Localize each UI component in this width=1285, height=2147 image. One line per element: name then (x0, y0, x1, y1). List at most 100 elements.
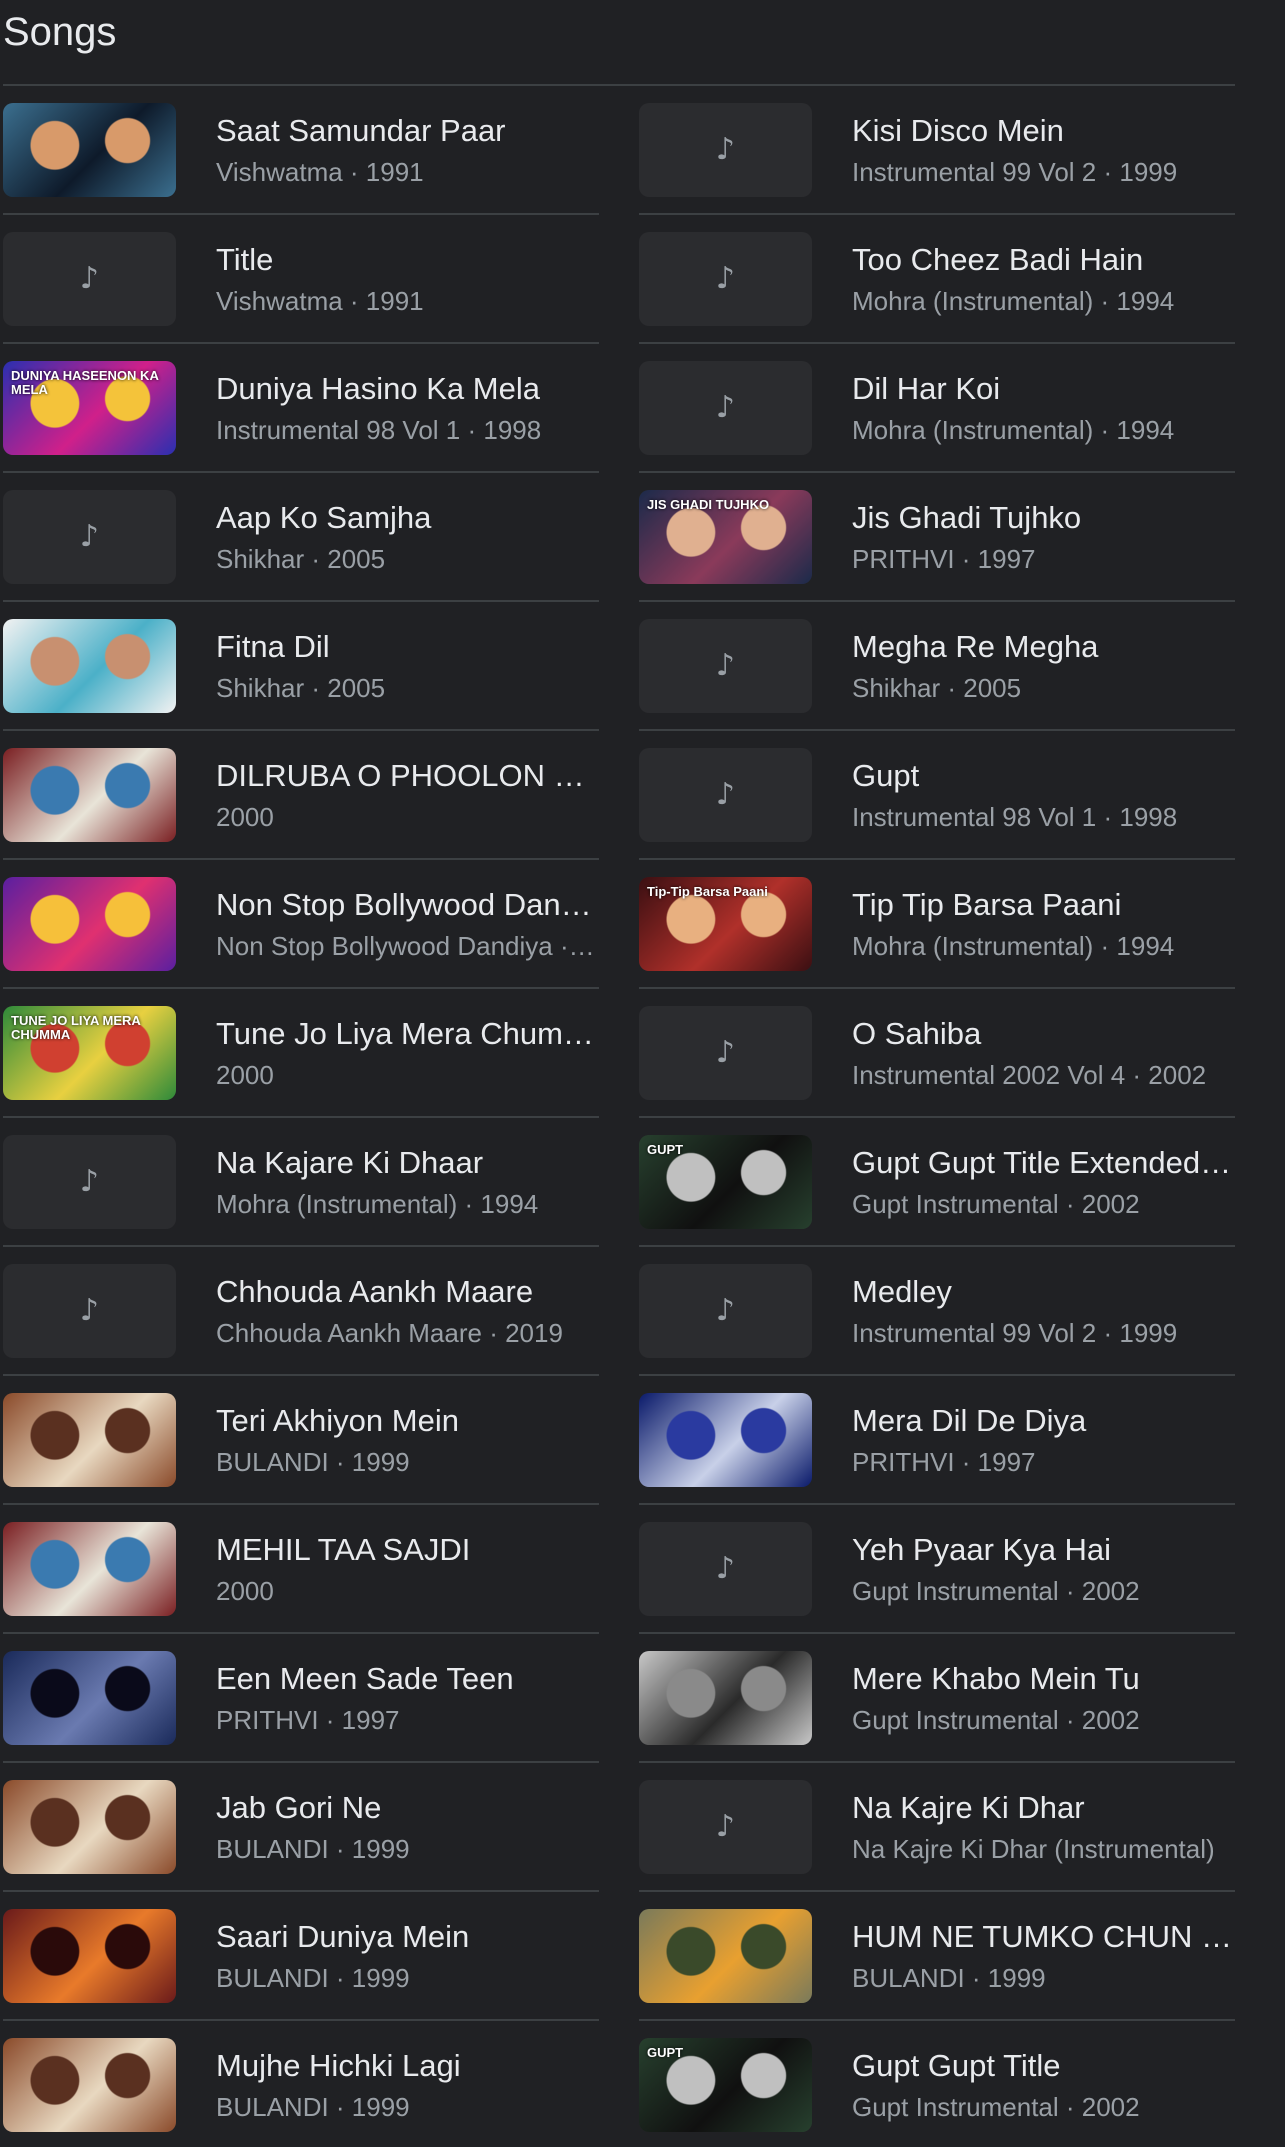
song-title[interactable]: Saari Duniya Mein (216, 1918, 599, 1956)
song-row[interactable]: JIS GHADI TUJHKO Jis Ghadi Tujhko PRITHVI … (639, 473, 1235, 602)
song-row[interactable]: Een Meen Sade Teen PRITHVI · 1997 (3, 1634, 599, 1763)
song-title[interactable]: Yeh Pyaar Kya Hai (852, 1531, 1235, 1569)
album-art-caption: DUNIYA HASEENON KA MELA (11, 367, 159, 397)
song-thumbnail: DUNIYA HASEENON KA MELA (3, 360, 176, 455)
song-row[interactable]: Mere Khabo Mein Tu Gupt Instrumental · 20… (639, 1634, 1235, 1763)
song-meta: Teri Akhiyon Mein BULANDI · 1999 (216, 1402, 599, 1478)
song-row[interactable]: ♪ Gupt Instrumental 98 Vol 1 · 1998 (639, 731, 1235, 860)
song-row[interactable]: ♪ Na Kajare Ki Dhaar Mohra (Instrumental) … (3, 1118, 599, 1247)
music-note-icon: ♪ (79, 518, 100, 554)
song-title[interactable]: Tip Tip Barsa Paani (852, 886, 1235, 924)
song-meta: Na Kajare Ki Dhaar Mohra (Instrumental) ·… (216, 1144, 599, 1220)
song-title[interactable]: Medley (852, 1273, 1235, 1311)
song-row[interactable]: GUPT Gupt Gupt Title Gupt Instrumental · 2… (639, 2021, 1235, 2147)
song-row[interactable]: MEHIL TAA SAJDI 2000 (3, 1505, 599, 1634)
song-row[interactable]: ♪ Medley Instrumental 99 Vol 2 · 1999 (639, 1247, 1235, 1376)
song-row[interactable]: ♪ Megha Re Megha Shikhar · 2005 (639, 602, 1235, 731)
song-row[interactable]: ♪ Dil Har Koi Mohra (Instrumental) · 1994 (639, 344, 1235, 473)
song-row[interactable]: ♪ Too Cheez Badi Hain Mohra (Instrumental)… (639, 215, 1235, 344)
song-row[interactable]: ♪ Na Kajre Ki Dhar Na Kajre Ki Dhar (Instr… (639, 1763, 1235, 1892)
song-thumbnail-placeholder: ♪ (3, 1134, 176, 1229)
song-row[interactable]: Saari Duniya Mein BULANDI · 1999 (3, 1892, 599, 2021)
song-title[interactable]: Duniya Hasino Ka Mela (216, 370, 599, 408)
song-title[interactable]: Tune Jo Liya Mera Chumma (216, 1015, 599, 1053)
song-subtitle: 2000 (216, 1575, 274, 1606)
song-row[interactable]: Saat Samundar Paar Vishwatma · 1991 (3, 86, 599, 215)
album-art-image (3, 618, 176, 713)
song-row[interactable]: ♪ Chhouda Aankh Maare Chhouda Aankh Maare … (3, 1247, 599, 1376)
song-row[interactable]: TUNE JO LIYA MERA CHUMMA Tune Jo Liya Mer… (3, 989, 599, 1118)
song-title[interactable]: Mere Khabo Mein Tu (852, 1660, 1235, 1698)
album-art-image (3, 1650, 176, 1745)
song-meta: Duniya Hasino Ka Mela Instrumental 98 Vol… (216, 370, 599, 446)
song-thumbnail-placeholder: ♪ (639, 1005, 812, 1100)
song-title[interactable]: Saat Samundar Paar (216, 112, 599, 150)
song-title[interactable]: Jis Ghadi Tujhko (852, 499, 1235, 537)
song-thumbnail-placeholder: ♪ (639, 360, 812, 455)
song-subtitle: Shikhar · 2005 (852, 672, 1022, 703)
song-title[interactable]: Megha Re Megha (852, 628, 1235, 666)
song-title[interactable]: Too Cheez Badi Hain (852, 241, 1235, 279)
song-subtitle: Mohra (Instrumental) · 1994 (216, 1188, 539, 1219)
song-title[interactable]: Gupt (852, 757, 1235, 795)
song-title[interactable]: Kisi Disco Mein (852, 112, 1235, 150)
song-meta: Too Cheez Badi Hain Mohra (Instrumental) … (852, 241, 1235, 317)
song-row[interactable]: Tip-Tip Barsa Paani Tip Tip Barsa Paani Mo… (639, 860, 1235, 989)
song-row[interactable]: DUNIYA HASEENON KA MELA Duniya Hasino Ka … (3, 344, 599, 473)
song-title[interactable]: HUM NE TUMKO CHUN LIYA (852, 1918, 1235, 1956)
song-row[interactable]: Teri Akhiyon Mein BULANDI · 1999 (3, 1376, 599, 1505)
album-art-image (639, 1650, 812, 1745)
song-row[interactable]: ♪ Kisi Disco Mein Instrumental 99 Vol 2 · … (639, 86, 1235, 215)
song-title[interactable]: Mujhe Hichki Lagi (216, 2047, 599, 2085)
album-art-image (639, 1908, 812, 2003)
song-subtitle: Instrumental 99 Vol 2 · 1999 (852, 156, 1178, 187)
song-meta: Gupt Instrumental 98 Vol 1 · 1998 (852, 757, 1235, 833)
song-title[interactable]: Jab Gori Ne (216, 1789, 599, 1827)
song-thumbnail (639, 1650, 812, 1745)
song-row[interactable]: HUM NE TUMKO CHUN LIYA BULANDI · 1999 (639, 1892, 1235, 2021)
song-title[interactable]: MEHIL TAA SAJDI (216, 1531, 599, 1569)
song-title[interactable]: Na Kajare Ki Dhaar (216, 1144, 599, 1182)
song-row[interactable]: Mera Dil De Diya PRITHVI · 1997 (639, 1376, 1235, 1505)
song-row[interactable]: DILRUBA O PHOOLON JAISI 2000 (3, 731, 599, 860)
music-note-icon: ♪ (715, 131, 736, 167)
song-row[interactable]: Fitna Dil Shikhar · 2005 (3, 602, 599, 731)
song-meta: Tip Tip Barsa Paani Mohra (Instrumental) … (852, 886, 1235, 962)
section-title: Songs (3, 10, 117, 54)
song-title[interactable]: Na Kajre Ki Dhar (852, 1789, 1235, 1827)
song-meta: Mera Dil De Diya PRITHVI · 1997 (852, 1402, 1235, 1478)
song-row[interactable]: ♪ Aap Ko Samjha Shikhar · 2005 (3, 473, 599, 602)
song-meta: Kisi Disco Mein Instrumental 99 Vol 2 · 1… (852, 112, 1235, 188)
song-title[interactable]: Aap Ko Samjha (216, 499, 599, 537)
song-row[interactable]: ♪ O Sahiba Instrumental 2002 Vol 4 · 2002 (639, 989, 1235, 1118)
song-title[interactable]: Title (216, 241, 599, 279)
song-subtitle: Vishwatma · 1991 (216, 156, 424, 187)
song-title[interactable]: Non Stop Bollywood Dandiya (216, 886, 599, 924)
song-row[interactable]: GUPTGupt Gupt Title Extended VersionGupt… (639, 1118, 1235, 1247)
song-thumbnail (3, 747, 176, 842)
song-title[interactable]: DILRUBA O PHOOLON JAISI (216, 757, 599, 795)
album-art-image (3, 1521, 176, 1616)
song-title[interactable]: Chhouda Aankh Maare (216, 1273, 599, 1311)
song-subtitle: BULANDI · 1999 (852, 1962, 1046, 1993)
song-title[interactable]: Mera Dil De Diya (852, 1402, 1235, 1440)
song-row[interactable]: ♪ Title Vishwatma · 1991 (3, 215, 599, 344)
song-thumbnail (3, 618, 176, 713)
song-row[interactable]: Non Stop Bollywood Dandiya Non Stop Bolly… (3, 860, 599, 989)
song-title[interactable]: Teri Akhiyon Mein (216, 1402, 599, 1440)
song-meta: Yeh Pyaar Kya Hai Gupt Instrumental · 200… (852, 1531, 1235, 1607)
song-subtitle: Mohra (Instrumental) · 1994 (852, 285, 1175, 316)
song-title[interactable]: O Sahiba (852, 1015, 1235, 1053)
song-thumbnail-placeholder: ♪ (3, 231, 176, 326)
song-row[interactable]: Mujhe Hichki Lagi BULANDI · 1999 (3, 2021, 599, 2147)
song-meta: Jab Gori Ne BULANDI · 1999 (216, 1789, 599, 1865)
song-row[interactable]: Jab Gori Ne BULANDI · 1999 (3, 1763, 599, 1892)
song-title[interactable]: Gupt Gupt Title Extended Version (852, 1144, 1235, 1182)
song-title[interactable]: Gupt Gupt Title (852, 2047, 1235, 2085)
song-title[interactable]: Fitna Dil (216, 628, 599, 666)
song-thumbnail-placeholder: ♪ (3, 1263, 176, 1358)
song-thumbnail (3, 2037, 176, 2132)
song-title[interactable]: Een Meen Sade Teen (216, 1660, 599, 1698)
song-title[interactable]: Dil Har Koi (852, 370, 1235, 408)
song-row[interactable]: ♪ Yeh Pyaar Kya Hai Gupt Instrumental · 20… (639, 1505, 1235, 1634)
